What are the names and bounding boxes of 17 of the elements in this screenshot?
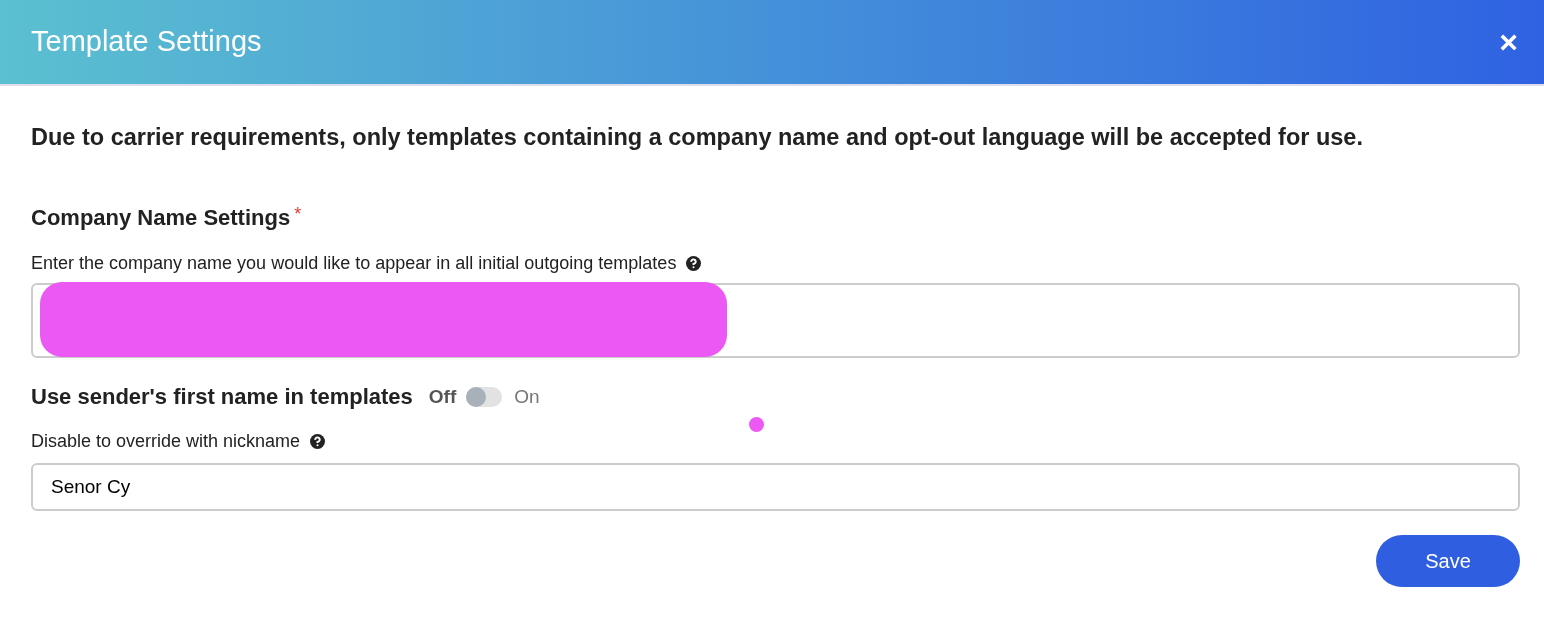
required-mark: * — [294, 203, 302, 227]
cursor-dot — [749, 417, 764, 433]
help-icon[interactable] — [686, 256, 702, 272]
close-button[interactable]: × — [1495, 26, 1522, 58]
toggle-switch[interactable] — [466, 386, 503, 407]
help-text: Disable to override with nickname — [31, 430, 301, 454]
on-label: On — [514, 384, 540, 409]
toggle-label: Use sender's first name in templates — [31, 383, 413, 412]
section-heading: Company Name Settings — [31, 204, 291, 233]
notice-text: Due to carrier requirements, only templates containing a company name and opt-out language will be accepted for use. — [31, 123, 1364, 152]
help-text: Enter the company name you would like to appear in all initial outgoing templates — [31, 252, 677, 276]
off-label: Off — [428, 384, 457, 409]
help-icon[interactable] — [310, 434, 326, 450]
save-button[interactable]: Save — [1376, 535, 1520, 588]
nickname-field[interactable]: Senor Cy — [31, 463, 1520, 512]
company-name-field[interactable] — [31, 283, 1520, 359]
modal-title: Template Settings — [31, 24, 262, 60]
